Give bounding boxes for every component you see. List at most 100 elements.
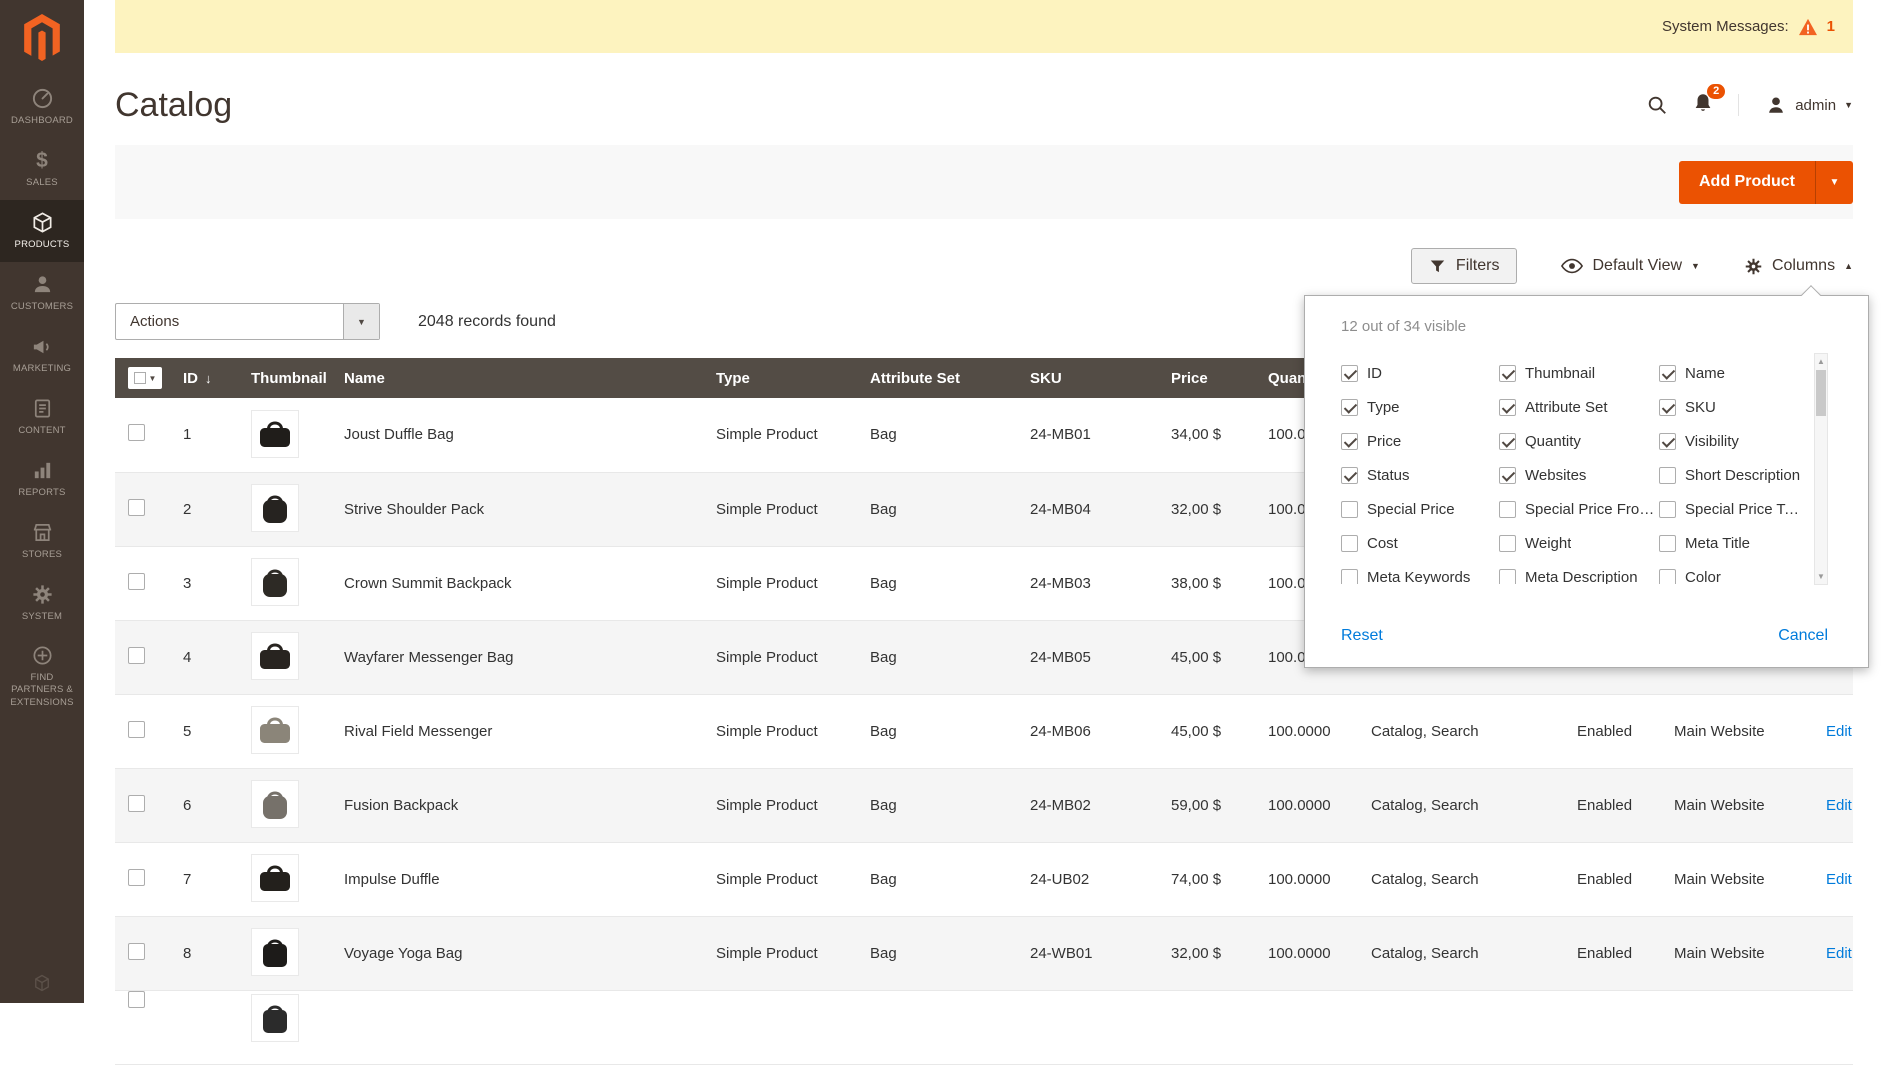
column-option-special-price[interactable]: Special Price: [1341, 501, 1499, 518]
column-option-sku[interactable]: SKU: [1659, 399, 1807, 416]
column-option-short-description[interactable]: Short Description: [1659, 467, 1807, 484]
col-header-sku[interactable]: SKU: [1017, 358, 1158, 398]
reset-link[interactable]: Reset: [1341, 627, 1383, 645]
caret-down-icon: ▼: [1691, 261, 1700, 271]
table-row[interactable]: 8 Voyage Yoga Bag Simple Product Bag 24-…: [115, 916, 1853, 990]
sidebar-item-sales[interactable]: $ SALES: [0, 138, 84, 200]
add-product-button[interactable]: Add Product: [1679, 161, 1815, 204]
edit-link[interactable]: Edit: [1826, 723, 1852, 740]
cell-price: [1158, 990, 1255, 1064]
column-option-name[interactable]: Name: [1659, 365, 1807, 382]
caret-down-icon: ▼: [1844, 100, 1853, 110]
magento-logo[interactable]: [0, 0, 84, 76]
cell-websites: [1661, 990, 1813, 1064]
cell-status: Enabled: [1564, 842, 1661, 916]
cell-action: Edit: [1813, 694, 1853, 768]
cell-quantity: 100.0000: [1255, 842, 1358, 916]
cell-name: Rival Field Messenger: [331, 694, 703, 768]
column-option-meta-keywords[interactable]: Meta Keywords: [1341, 569, 1499, 585]
sidebar-item-content[interactable]: CONTENT: [0, 386, 84, 448]
column-option-meta-description[interactable]: Meta Description: [1499, 569, 1659, 585]
row-checkbox[interactable]: [128, 991, 145, 1008]
row-checkbox[interactable]: [128, 795, 145, 812]
columns-button[interactable]: Columns ▲: [1744, 257, 1853, 276]
column-option-price[interactable]: Price: [1341, 433, 1499, 450]
column-option-special-price-to[interactable]: Special Price To Da...: [1659, 501, 1807, 518]
cell-thumbnail: [238, 398, 331, 472]
sidebar-item-reports[interactable]: REPORTS: [0, 448, 84, 510]
scroll-up-icon[interactable]: ▲: [1817, 354, 1825, 369]
cell-name: [331, 990, 703, 1064]
scrollbar-thumb[interactable]: [1816, 370, 1826, 416]
sidebar-item-system[interactable]: SYSTEM: [0, 572, 84, 634]
customers-icon: [31, 273, 54, 296]
cell-websites: Main Website: [1661, 768, 1813, 842]
table-row[interactable]: 5 Rival Field Messenger Simple Product B…: [115, 694, 1853, 768]
checkbox: [1341, 501, 1358, 518]
column-option-type[interactable]: Type: [1341, 399, 1499, 416]
col-header-name[interactable]: Name: [331, 358, 703, 398]
sidebar-item-find-partners[interactable]: FIND PARTNERS & EXTENSIONS: [0, 634, 84, 719]
sidebar-item-stores[interactable]: STORES: [0, 510, 84, 572]
column-option-thumbnail[interactable]: Thumbnail: [1499, 365, 1659, 382]
product-thumbnail: [251, 928, 299, 976]
actions-dropdown[interactable]: Actions ▼: [115, 303, 380, 340]
table-row[interactable]: 6 Fusion Backpack Simple Product Bag 24-…: [115, 768, 1853, 842]
column-option-websites[interactable]: Websites: [1499, 467, 1659, 484]
edit-link[interactable]: Edit: [1826, 797, 1852, 814]
column-option-color[interactable]: Color: [1659, 569, 1807, 585]
eye-icon: [1561, 258, 1583, 274]
row-checkbox[interactable]: [128, 424, 145, 441]
edit-link[interactable]: Edit: [1826, 871, 1852, 888]
column-option-status[interactable]: Status: [1341, 467, 1499, 484]
column-option-id[interactable]: ID: [1341, 365, 1499, 382]
column-option-meta-title[interactable]: Meta Title: [1659, 535, 1807, 552]
sidebar-item-dashboard[interactable]: DASHBOARD: [0, 76, 84, 138]
column-option-attribute-set[interactable]: Attribute Set: [1499, 399, 1659, 416]
col-header-price[interactable]: Price: [1158, 358, 1255, 398]
admin-account-menu[interactable]: admin ▼: [1738, 94, 1853, 116]
checkbox: [1659, 501, 1676, 518]
product-thumbnail: [251, 484, 299, 532]
view-selector-button[interactable]: Default View ▼: [1561, 257, 1699, 275]
column-option-quantity[interactable]: Quantity: [1499, 433, 1659, 450]
search-icon[interactable]: [1646, 94, 1668, 116]
caret-down-icon: ▼: [149, 374, 157, 383]
sidebar-item-marketing[interactable]: MARKETING: [0, 324, 84, 386]
table-row[interactable]: 7 Impulse Duffle Simple Product Bag 24-U…: [115, 842, 1853, 916]
column-option-visibility[interactable]: Visibility: [1659, 433, 1807, 450]
actions-dropdown-toggle[interactable]: ▼: [343, 304, 379, 339]
select-all-control[interactable]: ▼: [128, 367, 162, 389]
cell-name: Wayfarer Messenger Bag: [331, 620, 703, 694]
dashboard-icon: [31, 87, 54, 110]
sidebar-item-customers[interactable]: CUSTOMERS: [0, 262, 84, 324]
row-checkbox[interactable]: [128, 721, 145, 738]
col-header-id[interactable]: ID↓: [170, 358, 238, 398]
product-thumbnail: [251, 632, 299, 680]
filters-button[interactable]: Filters: [1411, 248, 1518, 284]
col-header-attribute-set[interactable]: Attribute Set: [857, 358, 1017, 398]
row-checkbox[interactable]: [128, 869, 145, 886]
notifications-bell-icon[interactable]: 2: [1692, 92, 1714, 119]
table-row[interactable]: [115, 990, 1853, 1064]
add-product-toggle[interactable]: ▼: [1815, 161, 1853, 204]
cell-select: [115, 990, 170, 1064]
column-option-weight[interactable]: Weight: [1499, 535, 1659, 552]
edit-link[interactable]: Edit: [1826, 945, 1852, 962]
scroll-down-icon[interactable]: ▼: [1817, 569, 1825, 584]
cell-select: [115, 398, 170, 472]
row-checkbox[interactable]: [128, 943, 145, 960]
row-checkbox[interactable]: [128, 573, 145, 590]
row-checkbox[interactable]: [128, 499, 145, 516]
col-header-thumbnail[interactable]: Thumbnail: [238, 358, 331, 398]
system-messages-bar: System Messages: 1: [115, 0, 1853, 53]
sidebar-item-products[interactable]: PRODUCTS: [0, 200, 84, 262]
cancel-link[interactable]: Cancel: [1778, 627, 1828, 645]
system-messages-count[interactable]: 1: [1827, 18, 1835, 35]
row-checkbox[interactable]: [128, 647, 145, 664]
column-option-special-price-from[interactable]: Special Price From...: [1499, 501, 1659, 518]
cell-type: [703, 990, 857, 1064]
cell-thumbnail: [238, 472, 331, 546]
col-header-type[interactable]: Type: [703, 358, 857, 398]
column-option-cost[interactable]: Cost: [1341, 535, 1499, 552]
